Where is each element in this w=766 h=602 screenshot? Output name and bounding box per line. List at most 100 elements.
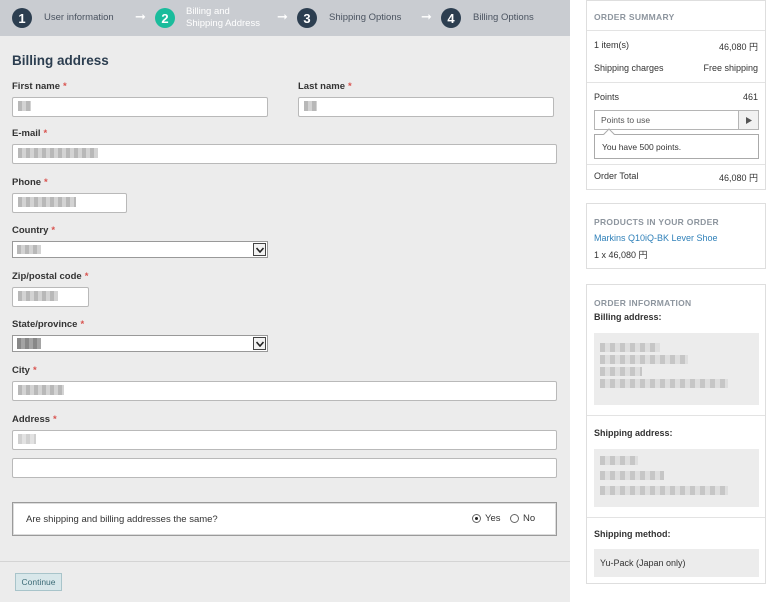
shipping-method-value: Yu-Pack (Japan only) (600, 558, 686, 568)
arrow-right-icon: ➞ (135, 9, 146, 24)
redacted-value (304, 101, 317, 112)
divider (587, 517, 765, 518)
items-label: 1 item(s) (594, 40, 630, 50)
points-row: Points 461 (594, 92, 758, 102)
redacted-line (600, 379, 728, 388)
email-input[interactable] (12, 144, 557, 164)
required-mark: * (44, 177, 48, 188)
shipping-address-box (594, 449, 759, 507)
divider (587, 30, 765, 31)
required-mark: * (32, 365, 37, 376)
required-mark: * (80, 319, 85, 330)
points-tooltip: You have 500 points. (594, 134, 759, 159)
redacted-value (18, 101, 31, 112)
order-total-value: 46,080 円 (718, 173, 758, 183)
radio-yes-label: Yes (485, 513, 501, 524)
order-summary-panel: ORDER SUMMARY 1 item(s) 46,080 円 Shippin… (586, 0, 766, 190)
required-mark: * (348, 81, 352, 92)
step-number: 2 (155, 8, 175, 28)
billing-address-box (594, 333, 759, 405)
divider (587, 415, 765, 416)
step-shipping-options[interactable]: 3 Shipping Options (297, 0, 401, 36)
label-text: Last name (298, 81, 345, 92)
arrow-right-icon: ➞ (277, 9, 288, 24)
redacted-value (17, 244, 41, 254)
country-select[interactable] (12, 241, 268, 258)
same-address-question: Are shipping and billing addresses the s… (12, 502, 557, 536)
product-link[interactable]: Markins Q10iQ-BK Lever Shoe (594, 233, 718, 243)
label-text: Phone (12, 177, 42, 188)
redacted-value (17, 338, 41, 349)
redacted-value (18, 291, 58, 302)
points-label: Points (594, 92, 620, 102)
required-mark: * (43, 128, 48, 139)
step-label: Billing Options (473, 12, 534, 23)
shipping-method-label: Shipping method: (594, 529, 671, 539)
label-text: Country (12, 225, 49, 236)
checkout-stepper: 1 User information ➞ 2 Billing and Shipp… (0, 0, 570, 36)
step-billing-options[interactable]: 4 Billing Options (441, 0, 534, 36)
step-user-information[interactable]: 1 User information (12, 0, 114, 36)
required-mark: * (63, 81, 67, 92)
label-text: State/province (12, 319, 78, 330)
step-label-line: Billing and (186, 6, 230, 17)
step-label-line: Shipping Address (186, 18, 260, 29)
items-row: 1 item(s) 46,080 円 (594, 40, 758, 53)
radio-checked-icon (472, 514, 481, 523)
label-text: First name (12, 81, 61, 92)
page-title: Billing address (12, 53, 109, 68)
radio-yes[interactable]: Yes (472, 513, 501, 524)
shipping-charges-row: Shipping charges Free shipping (594, 63, 758, 73)
state-select[interactable] (12, 335, 268, 352)
redacted-value (18, 434, 36, 445)
shipping-method-box: Yu-Pack (Japan only) (594, 549, 759, 577)
order-information-panel: ORDER INFORMATION Billing address: Shipp… (586, 284, 766, 584)
order-summary-title: ORDER SUMMARY (594, 12, 675, 22)
phone-input[interactable] (12, 193, 127, 213)
products-panel: PRODUCTS IN YOUR ORDER Markins Q10iQ-BK … (586, 203, 766, 269)
shipping-address-label: Shipping address: (594, 428, 673, 438)
required-mark: * (53, 414, 57, 425)
redacted-line (600, 355, 688, 364)
city-input[interactable] (12, 381, 557, 401)
label-text: Address (12, 414, 51, 425)
label-text: Zip/postal code (12, 271, 82, 282)
last-name-input[interactable] (298, 97, 554, 117)
step-number: 4 (441, 8, 461, 28)
chevron-down-icon[interactable] (253, 337, 266, 350)
order-total-label: Order Total (594, 171, 639, 181)
footer-divider (0, 561, 570, 562)
redacted-line (600, 367, 642, 376)
points-input[interactable]: Points to use (594, 110, 759, 130)
first-name-input[interactable] (12, 97, 268, 117)
question-text: Are shipping and billing addresses the s… (26, 514, 218, 525)
address-line1-input[interactable] (12, 430, 557, 450)
divider (587, 164, 765, 165)
chevron-down-icon[interactable] (253, 243, 266, 256)
last-name-label: Last name * (298, 81, 352, 92)
email-label: E-mail * (12, 128, 47, 139)
play-icon[interactable] (738, 111, 758, 129)
step-billing-shipping-address[interactable]: 2 Billing and Shipping Address (155, 0, 260, 36)
zip-input[interactable] (12, 287, 89, 307)
order-total-row: Order Total 46,080 円 (594, 171, 758, 184)
redacted-value (18, 148, 98, 159)
required-mark: * (51, 225, 56, 236)
city-label: City * (12, 365, 37, 376)
radio-no-label: No (523, 513, 536, 524)
redacted-line (600, 343, 660, 352)
radio-no[interactable]: No (510, 513, 535, 524)
order-information-title: ORDER INFORMATION (594, 298, 692, 308)
arrow-right-icon: ➞ (421, 9, 432, 24)
phone-label: Phone * (12, 177, 48, 188)
zip-label: Zip/postal code * (12, 271, 88, 282)
redacted-value (18, 197, 76, 208)
redacted-line (600, 471, 664, 480)
shipping-charges-value: Free shipping (703, 63, 758, 73)
step-number: 1 (12, 8, 32, 28)
step-label: Billing and Shipping Address (186, 6, 260, 30)
points-value: 461 (742, 92, 758, 102)
divider (587, 82, 765, 83)
address-line2-input[interactable] (12, 458, 557, 478)
continue-button[interactable]: Continue (15, 573, 62, 591)
